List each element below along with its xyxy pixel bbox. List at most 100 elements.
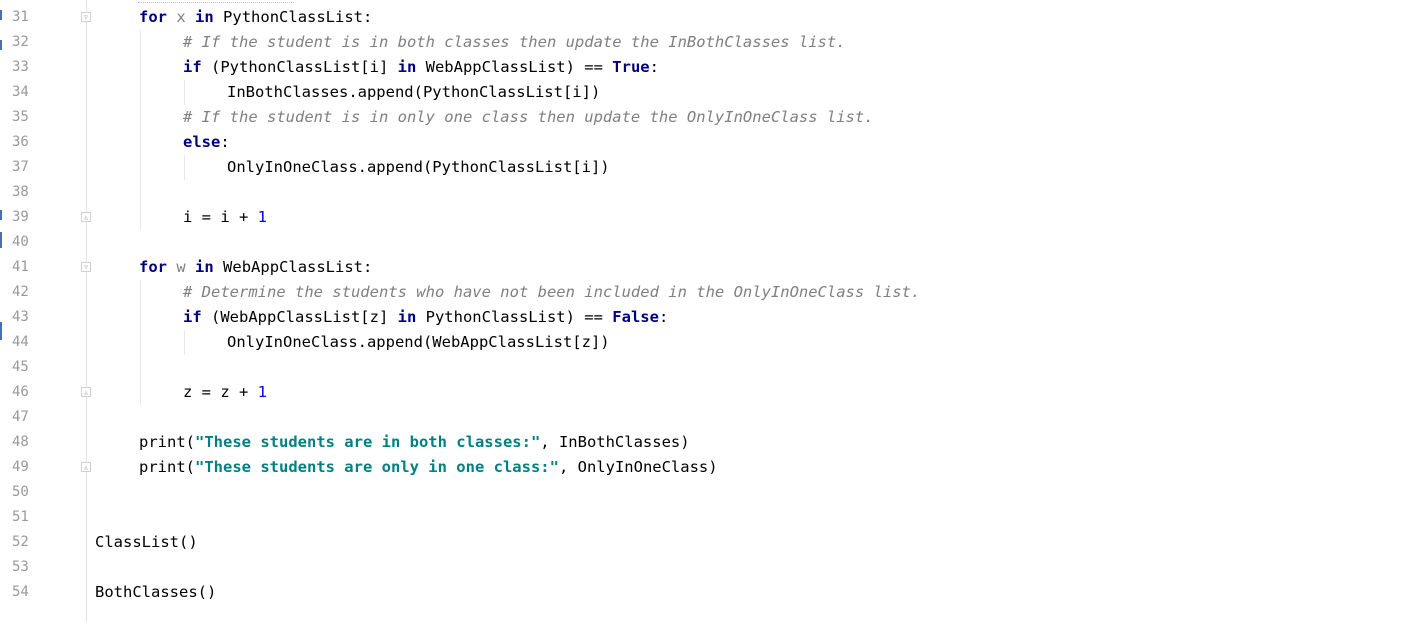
change-marker <box>0 40 2 50</box>
code-token: in <box>195 258 214 276</box>
code-token: , OnlyInOneClass) <box>558 458 718 476</box>
code-line[interactable]: else: <box>183 130 230 155</box>
code-token: if <box>183 58 202 76</box>
line-number: 46 <box>12 384 29 400</box>
indent-guide <box>140 280 141 405</box>
code-token: InBothClasses.append(PythonClassList[i]) <box>227 83 601 101</box>
code-line[interactable]: BothClasses() <box>95 580 216 605</box>
code-token: for <box>139 8 167 26</box>
code-line[interactable]: if (PythonClassList[i] in WebAppClassLis… <box>183 55 659 80</box>
code-line[interactable]: # If the student is in only one class th… <box>183 105 874 130</box>
line-number: 33 <box>12 59 29 75</box>
code-token: , InBothClasses) <box>540 433 690 451</box>
line-number: 32 <box>12 34 29 50</box>
code-line[interactable]: for w in WebAppClassList: <box>139 255 372 280</box>
code-token: # Determine the students who have not be… <box>183 283 921 301</box>
code-token: in <box>397 308 417 326</box>
line-number: 53 <box>12 559 29 575</box>
code-line[interactable]: z = z + 1 <box>183 380 267 405</box>
code-line[interactable]: print("These students are in both classe… <box>139 430 690 455</box>
line-number: 44 <box>12 334 29 350</box>
code-token: in <box>195 8 214 26</box>
code-token: x <box>176 8 186 26</box>
code-token: in <box>397 58 417 76</box>
code-token: False <box>612 308 659 326</box>
code-token: WebAppClassList) == <box>416 58 613 76</box>
line-number: 42 <box>12 284 29 300</box>
code-token: "These students are in both classes:" <box>195 433 541 451</box>
fold-end-icon[interactable]: ▵ <box>81 462 91 473</box>
line-number: 48 <box>12 434 29 450</box>
change-marker <box>0 322 2 340</box>
code-token: OnlyInOneClass.append(WebAppClassList[z]… <box>227 333 610 351</box>
code-token: print( <box>139 458 195 476</box>
code-token: PythonClassList) == <box>416 308 613 326</box>
code-token: True <box>612 58 650 76</box>
line-number: 31 <box>12 9 29 25</box>
line-number: 34 <box>12 84 29 100</box>
code-line[interactable]: OnlyInOneClass.append(PythonClassList[i]… <box>227 155 610 180</box>
change-marker <box>0 10 2 20</box>
line-number: 47 <box>12 409 29 425</box>
fold-end-icon[interactable]: ▵ <box>81 212 91 223</box>
change-marker <box>0 232 2 248</box>
code-token: else <box>183 133 221 151</box>
line-number: 50 <box>12 484 29 500</box>
line-number: 45 <box>12 359 29 375</box>
line-number: 35 <box>12 109 29 125</box>
code-token: "These students are only in one class:" <box>195 458 559 476</box>
code-line[interactable]: # Determine the students who have not be… <box>183 280 920 305</box>
code-token: OnlyInOneClass.append(PythonClassList[i]… <box>227 158 610 176</box>
line-number: 39 <box>12 209 29 225</box>
line-number: 40 <box>12 234 29 250</box>
code-token: ClassList() <box>95 533 198 551</box>
indent-guide <box>140 30 141 230</box>
line-number: 49 <box>12 459 29 475</box>
code-line[interactable]: ClassList() <box>95 530 198 555</box>
code-token: BothClasses() <box>95 583 217 601</box>
line-number: 38 <box>12 184 29 200</box>
line-number: 43 <box>12 309 29 325</box>
code-token: 1 <box>257 383 267 401</box>
code-token: WebAppClassList: <box>213 258 373 276</box>
code-token: z = z + <box>183 383 258 401</box>
code-token: : <box>649 58 659 76</box>
code-token: for <box>139 258 167 276</box>
code-line[interactable]: InBothClasses.append(PythonClassList[i]) <box>227 80 600 105</box>
code-token: : <box>220 133 230 151</box>
code-line[interactable]: i = i + 1 <box>183 205 267 230</box>
line-number: 54 <box>12 584 29 600</box>
code-token: # If the student is in only one class th… <box>183 108 874 126</box>
line-number: 52 <box>12 534 29 550</box>
code-line[interactable]: # If the student is in both classes then… <box>183 30 846 55</box>
code-line[interactable]: OnlyInOneClass.append(WebAppClassList[z]… <box>227 330 610 355</box>
line-number: 37 <box>12 159 29 175</box>
code-line[interactable]: print("These students are only in one cl… <box>139 455 718 480</box>
warning-underline <box>138 0 294 3</box>
code-token: PythonClassList: <box>213 8 373 26</box>
code-token: print( <box>139 433 195 451</box>
fold-end-icon[interactable]: ▵ <box>81 387 91 398</box>
fold-collapse-icon[interactable]: ▿ <box>81 262 91 273</box>
code-token: (PythonClassList[i] <box>201 58 398 76</box>
indent-guide <box>184 155 185 180</box>
code-token: : <box>658 308 669 326</box>
code-token: # If the student is in both classes then… <box>183 33 846 51</box>
line-number: 36 <box>12 134 29 150</box>
code-token: (WebAppClassList[z] <box>201 308 398 326</box>
line-number: 51 <box>12 509 29 525</box>
code-token: i = i + <box>183 208 258 226</box>
code-line[interactable]: for x in PythonClassList: <box>139 5 372 30</box>
fold-collapse-icon[interactable]: ▿ <box>81 12 91 23</box>
code-token: if <box>183 308 202 326</box>
indent-guide <box>184 80 185 105</box>
line-number: 41 <box>12 259 29 275</box>
code-token: 1 <box>257 208 267 226</box>
change-marker <box>0 210 2 220</box>
code-token: w <box>176 258 186 276</box>
indent-guide <box>184 330 185 355</box>
code-line[interactable]: if (WebAppClassList[z] in PythonClassLis… <box>183 305 668 330</box>
